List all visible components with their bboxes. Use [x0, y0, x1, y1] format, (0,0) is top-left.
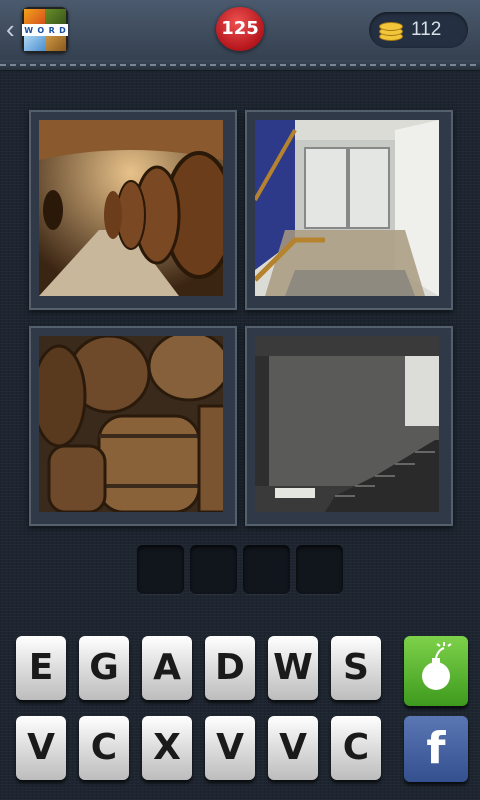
logo-letter: R [48, 25, 55, 35]
letter-key[interactable]: V [268, 716, 318, 780]
concrete-staircase-image [255, 336, 439, 512]
letter-key[interactable]: V [16, 716, 66, 780]
logo-letter: W [24, 25, 34, 35]
letter-key[interactable]: A [142, 636, 192, 700]
facebook-share-button[interactable]: f [404, 716, 468, 782]
puzzle-photo-3[interactable] [29, 326, 237, 526]
bomb-icon [422, 642, 452, 690]
answer-slot-1[interactable] [137, 545, 184, 594]
logo-letter: D [59, 25, 66, 35]
letter-key[interactable]: C [331, 716, 381, 780]
letter-key[interactable]: E [16, 636, 66, 700]
letter-key[interactable]: W [268, 636, 318, 700]
coin-counter[interactable]: 112 [369, 12, 468, 48]
chevron-left-icon[interactable]: ‹ [6, 16, 15, 42]
bomb-hint-button[interactable] [404, 636, 468, 706]
stacked-barrels-image [39, 336, 223, 512]
puzzle-photo-4[interactable] [245, 326, 453, 526]
letter-key[interactable]: X [142, 716, 192, 780]
flooded-basement-image [255, 120, 439, 296]
answer-slot-2[interactable] [190, 545, 237, 594]
letter-key[interactable]: D [205, 636, 255, 700]
letter-key[interactable]: G [79, 636, 129, 700]
letter-key[interactable]: V [205, 716, 255, 780]
letter-key[interactable]: C [79, 716, 129, 780]
puzzle-photo-2[interactable] [245, 110, 453, 310]
logo-letter: O [37, 25, 45, 35]
letter-key[interactable]: S [331, 636, 381, 700]
header-divider [0, 60, 480, 71]
app-logo[interactable]: W O R D [22, 7, 68, 53]
wine-cellar-image [39, 120, 223, 296]
logo-word-band: W O R D [22, 24, 68, 36]
puzzle-photo-1[interactable] [29, 110, 237, 310]
answer-slot-3[interactable] [243, 545, 290, 594]
coins-count: 112 [411, 19, 442, 40]
coin-stack-icon [379, 19, 405, 41]
answer-slot-4[interactable] [296, 545, 343, 594]
level-badge: 125 [216, 7, 264, 51]
